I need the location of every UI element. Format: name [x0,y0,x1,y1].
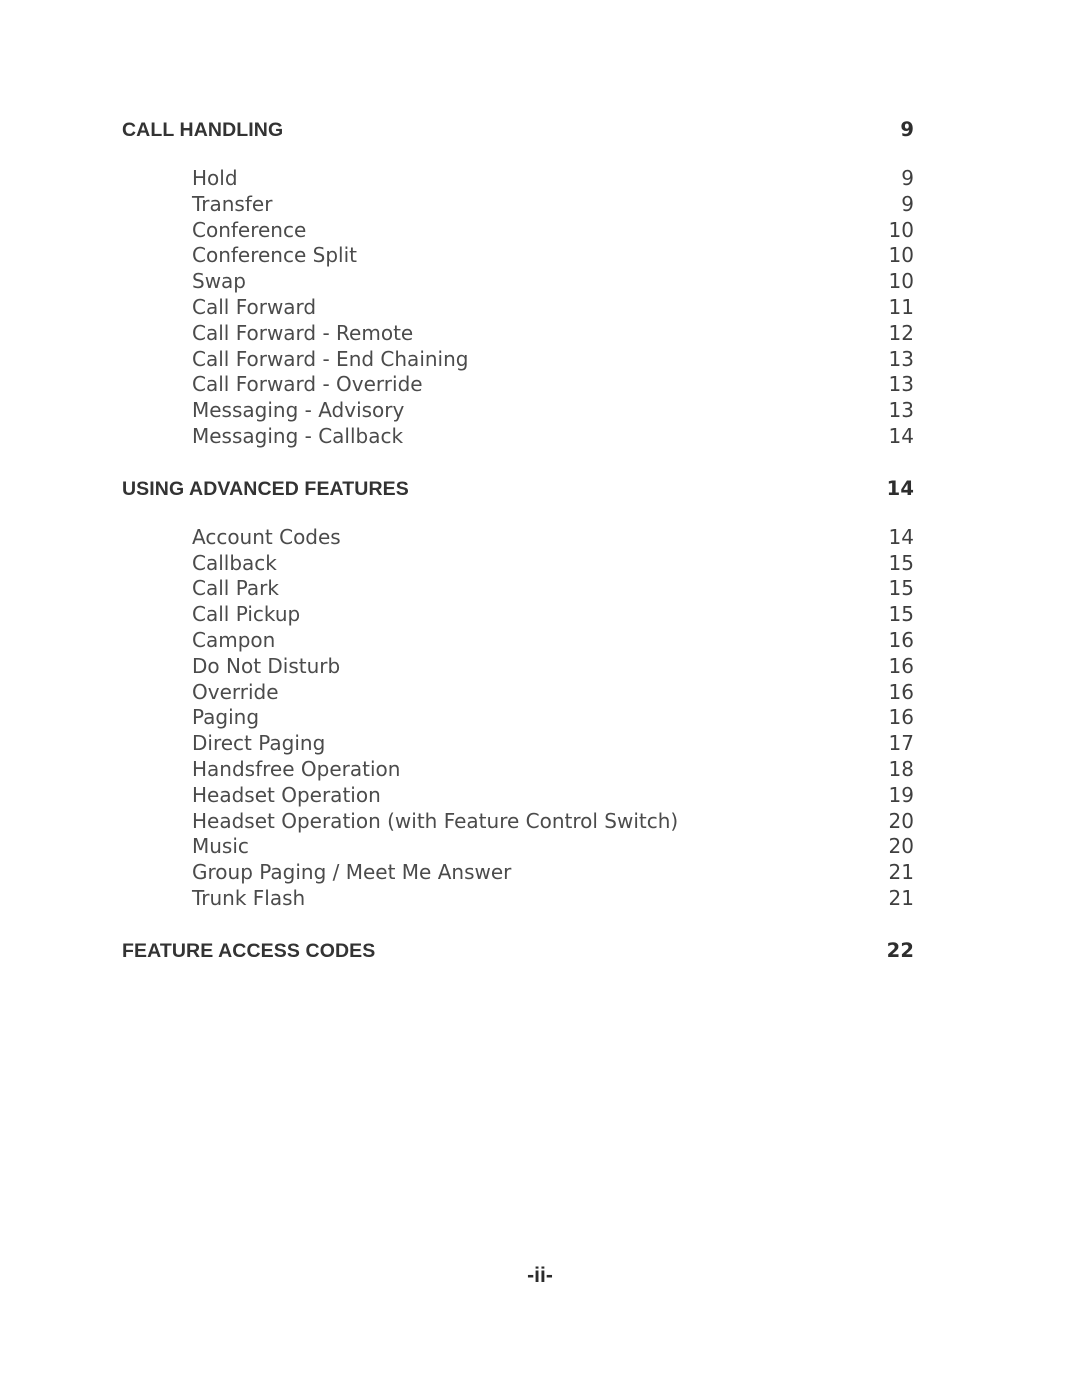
toc-entry-page-number: 16 [888,627,914,652]
toc-entry-row[interactable]: Music 20 [122,834,914,860]
toc-section-title: CALL HANDLING [122,119,284,141]
toc-entry-row[interactable]: Call Forward - End Chaining 13 [122,347,914,373]
toc-entry-title: Swap [192,269,247,294]
page-marker: -ii- [527,1264,553,1287]
toc-entry-page-number: 12 [888,320,914,345]
toc-entry-page-number: 17 [888,731,914,756]
toc-entry-row[interactable]: Group Paging / Meet Me Answer 21 [122,860,914,886]
toc-entry-page-number: 10 [888,243,914,268]
toc-section-page-number: 9 [900,118,914,141]
toc-entry-title: Transfer [192,191,273,216]
toc-entry-row[interactable]: Account Codes 14 [122,525,914,551]
toc-entry-title: Call Pickup [192,602,301,627]
toc-entry-title: Do Not Disturb [192,653,341,678]
toc-section-row[interactable]: USING ADVANCED FEATURES 14 [122,477,914,503]
toc-entry-row[interactable]: Paging 16 [122,705,914,731]
toc-entry-row[interactable]: Direct Paging 17 [122,731,914,757]
toc-entry-row[interactable]: Handsfree Operation 18 [122,757,914,783]
toc-entry-page-number: 15 [888,550,914,575]
toc-entry-title: Messaging - Callback [192,423,404,448]
toc-entry-title: Headset Operation [192,782,381,807]
toc-entry-page-number: 13 [888,372,914,397]
toc-entry-row[interactable]: Messaging - Advisory 13 [122,398,914,424]
toc-entry-row[interactable]: Conference 10 [122,218,914,244]
toc-entry-row[interactable]: Call Forward - Override 13 [122,372,914,398]
toc-entry-page-number: 13 [888,398,914,423]
toc-entry-row[interactable]: Call Park 15 [122,576,914,602]
toc-entry-title: Direct Paging [192,731,326,756]
toc-entry-page-number: 18 [888,756,914,781]
section-entries-spacer [122,503,914,525]
toc-entry-page-number: 10 [888,217,914,242]
toc-entry-title: Account Codes [192,524,341,549]
page-number-footer: -ii- [0,1264,1080,1288]
toc-entry-title: Call Forward - End Chaining [192,346,469,371]
toc-entry-row[interactable]: Do Not Disturb 16 [122,654,914,680]
document-page: CALL HANDLING 9 Hold 9 Transfer 9 Conference 10… [0,0,1080,1397]
toc-entry-page-number: 14 [888,423,914,448]
toc-section-page-number: 14 [886,476,914,500]
toc-entry-row[interactable]: Messaging - Callback 14 [122,424,914,450]
toc-entry-title: Music [192,834,249,859]
toc-entry-row[interactable]: Override 16 [122,680,914,706]
toc-entry-row[interactable]: Call Forward 11 [122,295,914,321]
toc-entry-row[interactable]: Headset Operation 19 [122,783,914,809]
toc-entry-title: Call Forward - Remote [192,320,414,345]
toc-entry-title: Call Forward - Override [192,372,423,397]
toc-entry-title: Campon [192,627,276,652]
toc-entry-row[interactable]: Call Pickup 15 [122,602,914,628]
toc-entry-title: Messaging - Advisory [192,398,405,423]
toc-entry-title: Handsfree Operation [192,756,401,781]
toc-entry-title: Conference [192,217,307,242]
toc-entry-page-number: 9 [901,191,914,216]
toc-entry-title: Trunk Flash [192,885,306,910]
toc-section-title: FEATURE ACCESS CODES [122,939,376,962]
toc-section-page-number: 22 [886,938,914,962]
toc-entry-page-number: 16 [888,705,914,730]
toc-section-row[interactable]: FEATURE ACCESS CODES 22 [122,939,914,965]
toc-entry-title: Call Forward [192,294,317,319]
toc-entry-page-number: 10 [888,269,914,294]
toc-entry-title: Callback [192,550,277,575]
toc-entry-row[interactable]: Trunk Flash 21 [122,886,914,912]
toc-entry-page-number: 16 [888,653,914,678]
toc-entry-row[interactable]: Swap 10 [122,269,914,295]
toc-entry-page-number: 21 [888,860,914,885]
toc-entry-page-number: 14 [888,524,914,549]
toc-entry-page-number: 15 [888,602,914,627]
toc-entry-title: Conference Split [192,243,357,268]
toc-entry-title: Override [192,679,279,704]
toc-entry-title: Hold [192,166,238,190]
toc-entry-page-number: 20 [888,834,914,859]
toc-entry-title: Paging [192,705,260,730]
toc-entry-row[interactable]: Headset Operation (with Feature Control … [122,809,914,835]
toc-entry-page-number: 11 [888,294,914,319]
table-of-contents: CALL HANDLING 9 Hold 9 Transfer 9 Conference 10… [122,118,914,965]
toc-entry-title: Headset Operation (with Feature Control … [192,808,679,833]
toc-entry-row[interactable]: Conference Split 10 [122,243,914,269]
toc-entry-page-number: 21 [888,885,914,910]
section-entries-spacer [122,144,914,166]
toc-entry-row[interactable]: Campon 16 [122,628,914,654]
toc-entry-page-number: 13 [888,346,914,371]
toc-entry-row[interactable]: Callback 15 [122,551,914,577]
toc-entry-page-number: 15 [888,576,914,601]
toc-entry-page-number: 20 [888,808,914,833]
toc-entry-row[interactable]: Hold 9 [122,166,914,192]
toc-entry-title: Call Park [192,576,279,601]
toc-entry-page-number: 19 [888,782,914,807]
toc-entry-row[interactable]: Transfer 9 [122,192,914,218]
toc-entry-title: Group Paging / Meet Me Answer [192,860,512,885]
toc-section-title: USING ADVANCED FEATURES [122,477,409,500]
toc-entry-page-number: 9 [901,166,914,190]
toc-section-row[interactable]: CALL HANDLING 9 [122,118,914,144]
toc-entry-page-number: 16 [888,679,914,704]
toc-entry-row[interactable]: Call Forward - Remote 12 [122,321,914,347]
